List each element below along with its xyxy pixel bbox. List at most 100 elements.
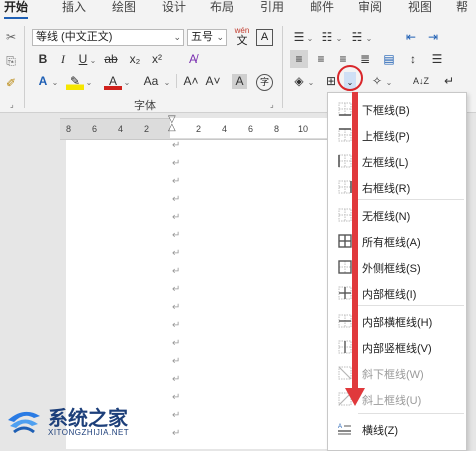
align-left-icon[interactable]: ≡ (290, 50, 308, 68)
menu-item-label: 横线(Z) (362, 425, 399, 437)
menu-item-inside-borders[interactable]: 内部框线(I) (328, 281, 466, 307)
enclose-characters-button[interactable]: 字 (256, 74, 273, 91)
menu-item-diagonal-down-border: 斜下框线(W) (328, 361, 466, 387)
paragraph-mark: ↵ (172, 248, 181, 259)
paragraph-mark: ↵ (172, 374, 181, 385)
cut-icon[interactable]: ✂ (2, 28, 20, 46)
chevron-down-icon[interactable]: ⌄ (84, 72, 94, 90)
justify-icon[interactable]: ≣ (356, 50, 374, 68)
menu-item-inside-vertical-border[interactable]: 内部竖框线(V) (328, 335, 466, 361)
group-divider (176, 74, 177, 88)
menu-item-all-borders[interactable]: 所有框线(A) (328, 229, 466, 255)
subscript-button[interactable]: x₂ (126, 50, 144, 68)
menu-item-border-right[interactable]: 右框线(R) (328, 175, 466, 201)
diagonal-down-border-icon (338, 366, 352, 380)
chevron-down-icon[interactable]: ⌄ (364, 28, 374, 46)
change-case-button[interactable]: Aa (140, 72, 162, 90)
annotation-arrow-head (345, 388, 365, 406)
tab-mailings[interactable]: 邮件 (310, 0, 334, 17)
menu-item-border-bottom[interactable]: 下框线(B) (328, 97, 466, 123)
menu-item-no-border[interactable]: 无框线(N) (328, 203, 466, 229)
shrink-font-button[interactable]: A˅ (204, 72, 222, 90)
indent-marker[interactable]: ▽ △ (168, 115, 176, 133)
menu-item-horizontal-line[interactable]: A 横线(Z) (328, 417, 466, 443)
align-center-icon[interactable]: ≡ (312, 50, 330, 68)
distributed-icon[interactable]: ▤ (380, 50, 398, 68)
chevron-down-icon[interactable]: ⌄ (334, 28, 344, 46)
chevron-down-icon[interactable]: ⌄ (122, 72, 132, 90)
italic-button[interactable]: I (54, 50, 72, 68)
increase-indent-icon[interactable]: ⇥ (424, 28, 442, 46)
clipboard-launcher-icon[interactable]: ⌟ (10, 100, 14, 109)
tab-help[interactable]: 帮 (456, 0, 468, 17)
border-bottom-icon (338, 102, 352, 116)
copy-icon[interactable]: ⎘ (2, 52, 20, 70)
tab-references[interactable]: 引用 (260, 0, 284, 17)
tab-view[interactable]: 视图 (408, 0, 432, 17)
menu-item-label: 无框线(N) (362, 211, 411, 223)
svg-text:A: A (338, 424, 342, 430)
font-group-label: 字体 (134, 100, 156, 112)
paragraph-mark: ↵ (172, 338, 181, 349)
highlight-circle (337, 65, 363, 91)
paragraph-mark: ↵ (172, 392, 181, 403)
annotation-arrow (352, 92, 358, 392)
inside-vertical-border-icon (338, 340, 352, 354)
font-name-combo[interactable]: 等线 (中文正文) ⌄ (32, 29, 184, 46)
tab-draw[interactable]: 绘图 (112, 0, 136, 17)
watermark-logo-icon (8, 411, 40, 434)
strikethrough-button[interactable]: ab (102, 50, 120, 68)
line-spacing-icon[interactable]: ↕ (404, 50, 422, 68)
paragraph-mark: ↵ (172, 158, 181, 169)
line-spacing-options-icon[interactable]: ☰ (428, 50, 446, 68)
sort-button[interactable]: A↓Z (410, 72, 432, 90)
ruler-tick: 6 (92, 124, 98, 134)
phonetic-guide-button[interactable]: wén 文 (234, 26, 250, 48)
decrease-indent-icon[interactable]: ⇤ (402, 28, 420, 46)
phonetic-bottom: 文 (236, 35, 248, 47)
chevron-down-icon[interactable]: ⌄ (305, 28, 315, 46)
tab-insert[interactable]: 插入 (62, 0, 86, 17)
chevron-down-icon[interactable]: ⌄ (162, 72, 172, 90)
paragraph-mark: ↵ (172, 266, 181, 277)
menu-item-label: 右框线(R) (362, 183, 411, 195)
menu-item-label: 下框线(B) (362, 105, 410, 117)
tab-review[interactable]: 审阅 (358, 0, 382, 17)
horizontal-line-icon: A (338, 422, 352, 436)
grow-font-button[interactable]: A˄ (182, 72, 200, 90)
show-formatting-marks-button[interactable]: ↵ (440, 72, 458, 90)
menu-item-label: 内部横框线(H) (362, 317, 433, 329)
format-painter-icon[interactable]: ✐ (2, 74, 20, 92)
menu-item-label: 斜下框线(W) (362, 369, 424, 381)
menu-item-border-top[interactable]: 上框线(P) (328, 123, 466, 149)
ruler-tick: 8 (66, 124, 72, 134)
bold-button[interactable]: B (34, 50, 52, 68)
no-border-icon (338, 208, 352, 222)
font-size-value: 五号 (191, 31, 213, 43)
chevron-down-icon[interactable]: ⌄ (384, 72, 394, 90)
paragraph-mark: ↵ (172, 320, 181, 331)
clear-formatting-icon[interactable]: A̸ (184, 50, 202, 68)
ruler-tick: 8 (274, 124, 280, 134)
chevron-down-icon: ⌄ (173, 32, 181, 42)
tab-design[interactable]: 设计 (162, 0, 186, 17)
chevron-down-icon: ⌄ (216, 32, 224, 42)
menu-item-inside-horizontal-border[interactable]: 内部横框线(H) (328, 309, 466, 335)
font-dialog-launcher-icon[interactable]: ⌟ (270, 100, 274, 109)
superscript-button[interactable]: x² (148, 50, 166, 68)
chevron-down-icon[interactable]: ⌄ (50, 72, 60, 90)
menu-item-outside-borders[interactable]: 外侧框线(S) (328, 255, 466, 281)
character-shading-button[interactable]: A (232, 74, 247, 89)
paragraph-mark: ↵ (172, 410, 181, 421)
font-name-value: 等线 (中文正文) (36, 31, 113, 43)
font-color-button[interactable]: A (104, 72, 122, 90)
tab-home[interactable]: 开始 (4, 0, 29, 19)
menu-item-border-left[interactable]: 左框线(L) (328, 149, 466, 175)
font-size-combo[interactable]: 五号 ⌄ (187, 29, 227, 46)
highlight-button[interactable]: ✎ (66, 72, 84, 90)
underline-dropdown-icon[interactable]: ⌄ (88, 50, 98, 68)
chevron-down-icon[interactable]: ⌄ (306, 72, 316, 90)
character-border-button[interactable]: A (256, 29, 273, 46)
tab-layout[interactable]: 布局 (210, 0, 234, 17)
paragraph-mark: ↵ (172, 140, 181, 151)
